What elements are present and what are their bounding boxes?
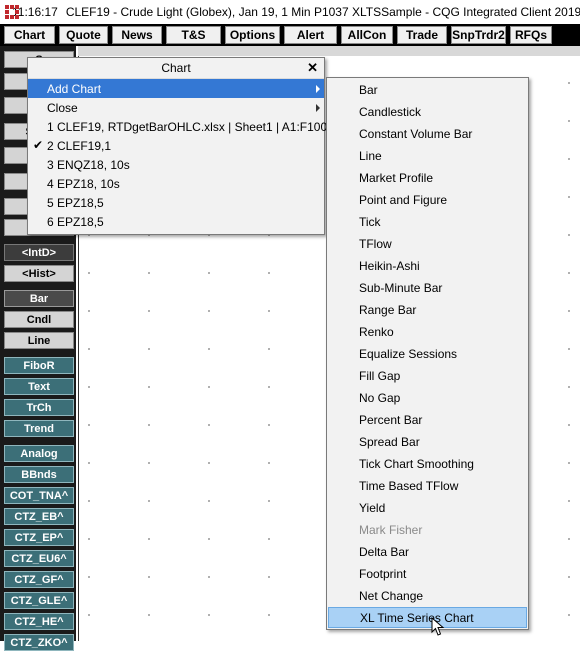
trend-button[interactable]: Trend	[4, 420, 74, 437]
menu-item-label: Close	[47, 100, 78, 115]
submenu-item-tick-chart-smoothing[interactable]: Tick Chart Smoothing	[328, 453, 527, 474]
study-button[interactable]: CTZ_EB^	[4, 508, 74, 525]
window-title: CLEF19 - Crude Light (Globex), Jan 19, 1…	[65, 5, 580, 19]
menu-item-label: 3 ENQZ18, 10s	[47, 157, 130, 172]
submenu-item-heikin-ashi[interactable]: Heikin-Ashi	[328, 255, 527, 276]
submenu-item-bar[interactable]: Bar	[328, 79, 527, 100]
submenu-item-time-based-tflow[interactable]: Time Based TFlow	[328, 475, 527, 496]
submenu-item-net-change[interactable]: Net Change	[328, 585, 527, 606]
study-button[interactable]: CTZ_EP^	[4, 529, 74, 546]
chart-menu-title: Chart ✕	[28, 58, 324, 79]
study-button[interactable]: CTZ_GF^	[4, 571, 74, 588]
submenu-item-tick[interactable]: Tick	[328, 211, 527, 232]
submenu-item-market-profile[interactable]: Market Profile	[328, 167, 527, 188]
intraday-button[interactable]: <IntD>	[4, 244, 74, 261]
submenu-item-fill-gap[interactable]: Fill Gap	[328, 365, 527, 386]
submenu-item-footprint[interactable]: Footprint	[328, 563, 527, 584]
menu-item-chart-3[interactable]: 3 ENQZ18, 10s	[28, 155, 324, 174]
submenu-item-delta-bar[interactable]: Delta Bar	[328, 541, 527, 562]
trch-button[interactable]: TrCh	[4, 399, 74, 416]
chart-button[interactable]: Chart	[4, 26, 55, 44]
trade-button[interactable]: Trade	[397, 26, 447, 44]
rfqs-button[interactable]: RFQs	[510, 26, 552, 44]
chart-tab-strip	[78, 46, 580, 56]
submenu-item-no-gap[interactable]: No Gap	[328, 387, 527, 408]
study-button[interactable]: CTZ_GLE^	[4, 592, 74, 609]
news-button[interactable]: News	[112, 26, 162, 44]
study-button[interactable]: CTZ_HE^	[4, 613, 74, 630]
menu-item-label: 6 EPZ18,5	[47, 214, 104, 229]
alert-button[interactable]: Alert	[284, 26, 337, 44]
submenu-item-candlestick[interactable]: Candlestick	[328, 101, 527, 122]
study-button[interactable]: CTZ_EU6^	[4, 550, 74, 567]
analog-button[interactable]: Analog	[4, 445, 74, 462]
submenu-item-line[interactable]: Line	[328, 145, 527, 166]
submenu-item-equalize-sessions[interactable]: Equalize Sessions	[328, 343, 527, 364]
study-button[interactable]: COT_TNA^	[4, 487, 74, 504]
menu-item-add-chart[interactable]: Add Chart	[28, 79, 324, 98]
menu-item-label: Add Chart	[47, 81, 102, 96]
menu-item-label: 1 CLEF19, RTDgetBarOHLC.xlsx | Sheet1 | …	[47, 119, 328, 134]
submenu-arrow-icon	[316, 85, 320, 93]
submenu-arrow-icon	[316, 104, 320, 112]
title-bar: 11:16:17 CLEF19 - Crude Light (Globex), …	[0, 0, 580, 24]
close-icon[interactable]: ✕	[307, 60, 318, 76]
time-and-sales-button[interactable]: T&S	[166, 26, 221, 44]
submenu-item-point-and-figure[interactable]: Point and Figure	[328, 189, 527, 210]
quote-button[interactable]: Quote	[59, 26, 108, 44]
menu-item-label: 5 EPZ18,5	[47, 195, 104, 210]
historical-button[interactable]: <Hist>	[4, 265, 74, 282]
candle-type-button[interactable]: Cndl	[4, 311, 74, 328]
line-type-button[interactable]: Line	[4, 332, 74, 349]
snptrdr2-button[interactable]: SnpTrdr2	[451, 26, 506, 44]
checkmark-icon: ✔	[33, 138, 44, 152]
mouse-cursor-icon	[431, 617, 445, 636]
bbnds-button[interactable]: BBnds	[4, 466, 74, 483]
menu-item-label: 4 EPZ18, 10s	[47, 176, 120, 191]
menu-item-chart-5[interactable]: 5 EPZ18,5	[28, 193, 324, 212]
menu-item-chart-2[interactable]: ✔ 2 CLEF19,1	[28, 136, 324, 155]
menu-item-chart-4[interactable]: 4 EPZ18, 10s	[28, 174, 324, 193]
bar-type-button[interactable]: Bar	[4, 290, 74, 307]
allcon-button[interactable]: AllCon	[341, 26, 393, 44]
submenu-item-tflow[interactable]: TFlow	[328, 233, 527, 254]
menu-item-chart-1[interactable]: 1 CLEF19, RTDgetBarOHLC.xlsx | Sheet1 | …	[28, 117, 328, 136]
submenu-item-range-bar[interactable]: Range Bar	[328, 299, 527, 320]
study-button[interactable]: CTZ_ZKO^	[4, 634, 74, 651]
options-button[interactable]: Options	[225, 26, 280, 44]
chart-menu-title-text: Chart	[161, 61, 191, 75]
submenu-item-percent-bar[interactable]: Percent Bar	[328, 409, 527, 430]
chart-context-menu: Chart ✕ Add Chart Close 1 CLEF19, RTDget…	[27, 57, 328, 235]
submenu-item-yield[interactable]: Yield	[328, 497, 527, 518]
submenu-item-sub-minute-bar[interactable]: Sub-Minute Bar	[328, 277, 527, 298]
submenu-item-mark-fisher: Mark Fisher	[359, 522, 423, 537]
fibor-button[interactable]: FiboR	[4, 357, 74, 374]
submenu-item-constant-volume-bar[interactable]: Constant Volume Bar	[328, 123, 527, 144]
submenu-item-renko[interactable]: Renko	[328, 321, 527, 342]
add-chart-submenu: Bar Candlestick Constant Volume Bar Line…	[326, 77, 529, 630]
menu-item-chart-6[interactable]: 6 EPZ18,5	[28, 212, 324, 231]
submenu-item-xl-time-series-chart[interactable]: XL Time Series Chart	[328, 607, 527, 628]
menu-item-close[interactable]: Close	[28, 98, 324, 117]
menu-item-label: 2 CLEF19,1	[47, 138, 112, 153]
main-toolbar: Chart Quote News T&S Options Alert AllCo…	[0, 24, 580, 46]
text-tool-button[interactable]: Text	[4, 378, 74, 395]
submenu-item-spread-bar[interactable]: Spread Bar	[328, 431, 527, 452]
